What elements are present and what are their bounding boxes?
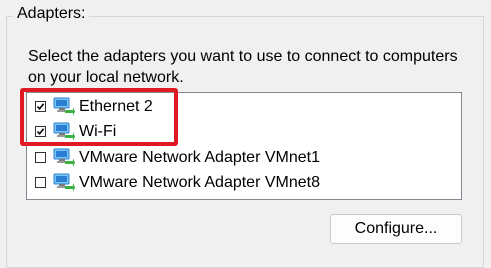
network-adapter-icon	[53, 122, 75, 142]
list-item-wi-fi[interactable]: Wi-Fi	[27, 120, 461, 144]
configure-button[interactable]: Configure...	[330, 214, 462, 244]
adapters-listbox[interactable]: Ethernet 2 Wi-Fi VMware Network Adapter …	[26, 92, 462, 200]
checkbox-vmnet1[interactable]	[35, 152, 46, 163]
adapter-label: Ethernet 2	[79, 98, 153, 115]
list-item-ethernet-2[interactable]: Ethernet 2	[27, 95, 461, 119]
checkbox-wi-fi[interactable]	[35, 126, 46, 137]
adapter-label: VMware Network Adapter VMnet8	[79, 174, 320, 191]
network-adapter-icon	[53, 148, 75, 168]
checkbox-ethernet-2[interactable]	[35, 101, 46, 112]
network-adapter-icon	[53, 97, 75, 117]
list-item-vmnet1[interactable]: VMware Network Adapter VMnet1	[27, 146, 461, 170]
adapters-description: Select the adapters you want to use to c…	[28, 48, 458, 86]
list-item-vmnet8[interactable]: VMware Network Adapter VMnet8	[27, 171, 461, 195]
network-adapter-icon	[53, 173, 75, 193]
group-title: Adapters:	[13, 4, 90, 24]
adapter-label: VMware Network Adapter VMnet1	[79, 149, 320, 166]
adapter-label: Wi-Fi	[79, 123, 117, 140]
checkbox-vmnet8[interactable]	[35, 177, 46, 188]
